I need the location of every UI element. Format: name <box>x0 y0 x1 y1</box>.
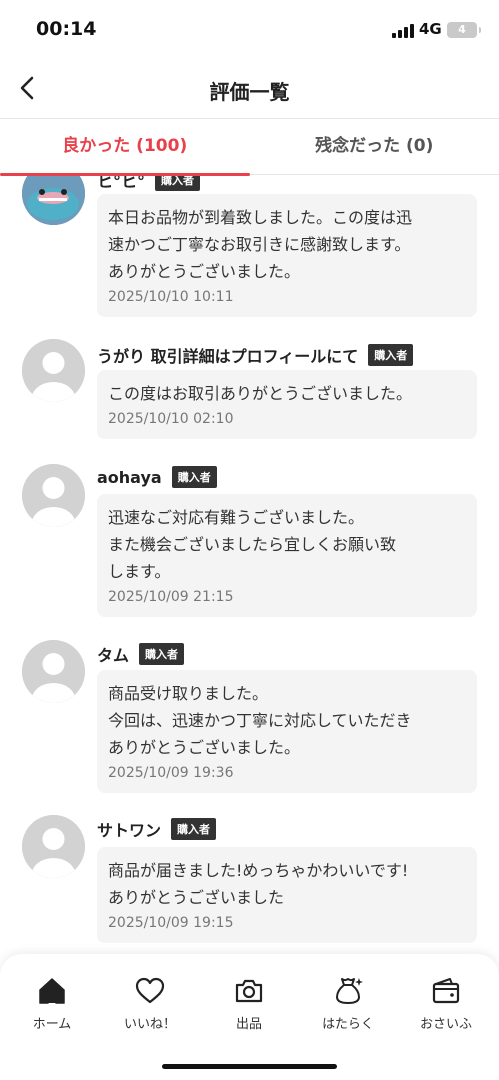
page-title: 評価一覧 <box>209 80 290 104</box>
default-avatar-icon <box>22 464 85 527</box>
nav-home[interactable]: ホーム <box>12 976 92 1032</box>
review-bubble: 商品が届きました!めっちゃかわいいです! ありがとうございました 2025/10… <box>97 847 477 943</box>
reviewer-name[interactable]: うがり 取引詳細はプロフィールにて <box>97 343 358 367</box>
reviewer-row: aohaya 購入者 <box>97 466 217 488</box>
review-comment: 本日お品物が到着致しました。この度は迅 速かつご丁寧なお取引きに感謝致します。 … <box>108 208 413 281</box>
wallet-icon <box>432 978 460 1004</box>
camera-icon <box>235 979 263 1003</box>
review-date: 2025/10/10 10:11 <box>108 289 234 305</box>
character-avatar-icon <box>22 176 85 225</box>
nav-sell[interactable]: 出品 <box>209 976 289 1032</box>
battery-icon: 4 <box>447 22 481 38</box>
avatar[interactable] <box>22 464 85 527</box>
tab-bar: 良かった (100) 残念だった (0) <box>0 118 499 176</box>
review-bubble: 本日お品物が到着致しました。この度は迅 速かつご丁寧なお取引きに感謝致します。 … <box>97 194 477 317</box>
buyer-badge: 購入者 <box>171 818 217 840</box>
buyer-badge: 購入者 <box>171 466 217 488</box>
tab-good[interactable]: 良かった (100) <box>0 119 250 176</box>
battery-level: 4 <box>458 23 466 36</box>
home-indicator[interactable] <box>162 1064 337 1069</box>
default-avatar-icon <box>22 815 85 878</box>
network-label: 4G <box>419 20 442 38</box>
reviewer-row: うがり 取引詳細はプロフィールにて 購入者 <box>97 343 414 367</box>
reviewer-name[interactable]: aohaya <box>97 468 162 487</box>
money-bag-icon <box>336 978 363 1004</box>
review-date: 2025/10/10 02:10 <box>108 411 234 427</box>
avatar[interactable] <box>22 640 85 703</box>
nav-label-wallet: おさいふ <box>419 1017 472 1032</box>
nav-label-home: ホーム <box>32 1017 72 1032</box>
reviewer-row: ヒ°ヒ° 購入者 <box>97 176 201 192</box>
nav-likes[interactable]: いいね！ <box>110 976 190 1032</box>
tab-bad[interactable]: 残念だった (0) <box>250 119 499 174</box>
default-avatar-icon <box>22 339 85 402</box>
nav-label-sell: 出品 <box>235 1017 262 1032</box>
bottom-nav: ホーム いいね！ 出品 はたらく おさいふ <box>0 954 499 1080</box>
review-bubble: 迅速なご対応有難うございました。 また機会ございましたら宜しくお願い致 します。… <box>97 494 477 617</box>
review-comment: 迅速なご対応有難うございました。 また機会ございましたら宜しくお願い致 します。 <box>108 508 397 581</box>
default-avatar-icon <box>22 640 85 703</box>
signal-icon <box>392 24 414 38</box>
avatar[interactable] <box>22 339 85 402</box>
status-bar: 00:14 4G 4 <box>0 0 499 62</box>
review-bubble: この度はお取引ありがとうございました。 2025/10/10 02:10 <box>97 370 477 439</box>
avatar[interactable] <box>22 176 85 225</box>
review-date: 2025/10/09 19:15 <box>108 915 234 931</box>
review-date: 2025/10/09 21:15 <box>108 589 234 605</box>
status-time: 00:14 <box>36 18 97 40</box>
nav-label-work: はたらく <box>322 1017 374 1032</box>
review-date: 2025/10/09 19:36 <box>108 765 234 781</box>
reviewer-name[interactable]: タム <box>97 642 129 666</box>
review-bubble: 商品受け取りました。 今回は、迅速かつ丁寧に対応していただき ありがとうございま… <box>97 670 477 793</box>
review-comment: 商品受け取りました。 今回は、迅速かつ丁寧に対応していただき ありがとうございま… <box>108 684 412 757</box>
review-comment: 商品が届きました!めっちゃかわいいです! ありがとうございました <box>108 861 409 907</box>
reviewer-row: サトワン 購入者 <box>97 817 217 841</box>
reviewer-row: タム 購入者 <box>97 642 185 666</box>
buyer-badge: 購入者 <box>368 344 414 366</box>
review-comment: この度はお取引ありがとうございました。 <box>108 384 413 403</box>
heart-icon <box>135 977 165 1004</box>
nav-work[interactable]: はたらく <box>308 976 388 1032</box>
avatar[interactable] <box>22 815 85 878</box>
buyer-badge: 購入者 <box>139 643 185 665</box>
review-list[interactable]: ヒ°ヒ° 購入者 本日お品物が到着致しました。この度は迅 速かつご丁寧なお取引き… <box>0 176 499 954</box>
nav-label-likes: いいね！ <box>123 1017 176 1032</box>
reviewer-name[interactable]: ヒ°ヒ° <box>97 176 145 192</box>
buyer-badge: 購入者 <box>155 176 201 191</box>
nav-wallet[interactable]: おさいふ <box>406 976 486 1032</box>
home-icon <box>39 978 65 1004</box>
header: 評価一覧 <box>0 62 499 118</box>
reviewer-name[interactable]: サトワン <box>97 817 161 841</box>
